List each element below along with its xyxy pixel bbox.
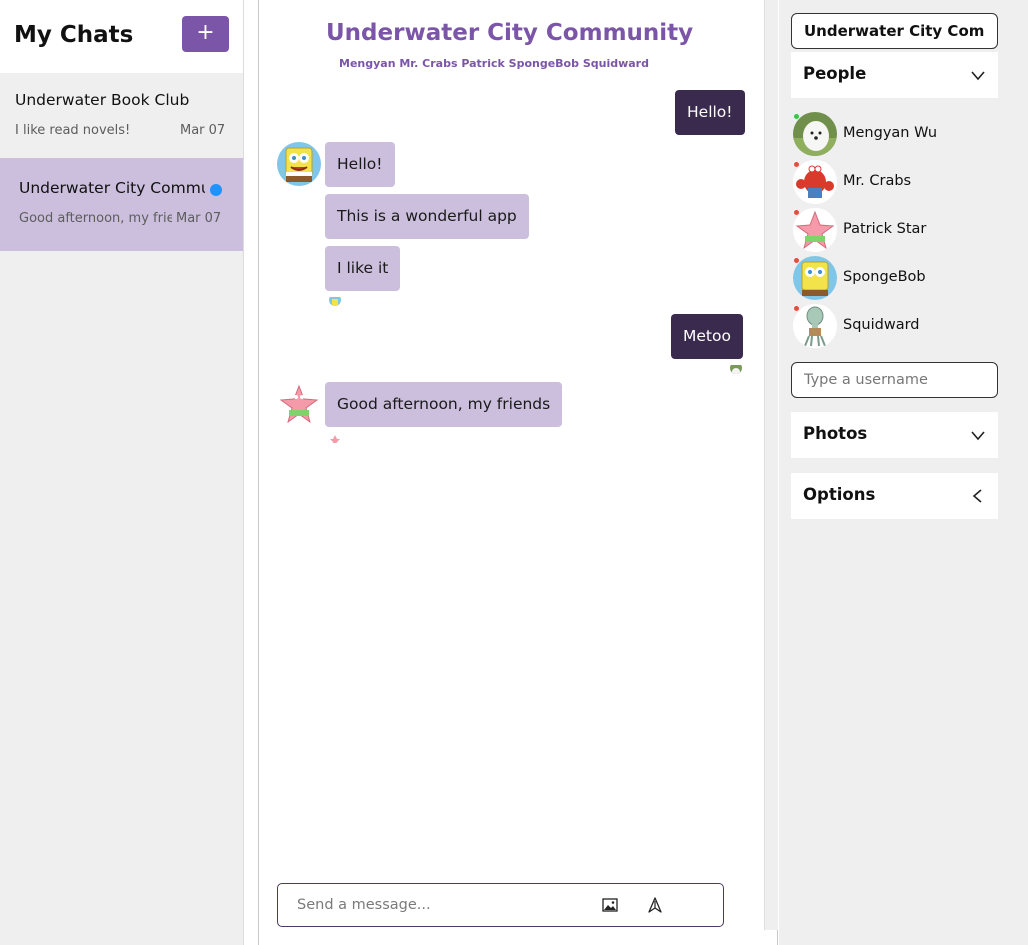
chat-list-panel: My Chats + Underwater Book Club I like r… (0, 0, 244, 945)
their-message-bubble: I like it (325, 246, 401, 291)
person-row[interactable]: Mr. Crabs (791, 160, 998, 206)
person-avatar (793, 304, 837, 348)
my-message-bubble: Metoo (671, 314, 743, 359)
spongebob-avatar (277, 142, 321, 186)
people-section-label: People (803, 64, 867, 83)
chat-title-input[interactable] (791, 13, 998, 49)
chat-card-selected[interactable]: Underwater City Community Good afternoon… (0, 158, 243, 251)
chevron-down-icon (971, 71, 985, 81)
offline-status-dot (794, 210, 799, 215)
chat-card-preview: Good afternoon, my friends (19, 211, 172, 226)
offline-status-dot (794, 162, 799, 167)
person-avatar (793, 256, 837, 300)
chat-card-date: Mar 07 (180, 123, 226, 138)
photos-section-label: Photos (803, 424, 868, 443)
person-name: Squidward (843, 317, 920, 333)
message-composer (277, 883, 724, 927)
chevron-left-icon (972, 489, 982, 503)
person-row[interactable]: Squidward (791, 304, 998, 350)
person-name: Mengyan Wu (843, 125, 938, 141)
photos-section-toggle[interactable]: Photos (791, 412, 998, 458)
person-name: SpongeBob (843, 269, 926, 285)
options-section-label: Options (803, 485, 876, 504)
chat-members-line: Mengyan Mr. Crabs Patrick SpongeBob Squi… (339, 57, 649, 70)
chat-card-date: Mar 07 (176, 211, 222, 226)
their-message-bubble: Hello! (325, 142, 395, 187)
person-row[interactable]: Mengyan Wu (791, 112, 998, 158)
person-avatar (793, 208, 837, 252)
person-avatar (793, 160, 837, 204)
their-message-bubble: Good afternoon, my friends (325, 382, 563, 427)
person-name: Patrick Star (843, 221, 927, 237)
offline-status-dot (794, 306, 799, 311)
chat-feed-scrollbar[interactable] (764, 0, 778, 930)
my-message-bubble: Hello! (675, 90, 745, 135)
chat-card-title: Underwater City Community (19, 179, 205, 197)
person-row[interactable]: Patrick Star (791, 208, 998, 254)
options-section-toggle[interactable]: Options (791, 473, 998, 519)
person-row[interactable]: SpongeBob (791, 256, 998, 302)
read-receipt-avatar (329, 431, 341, 443)
chat-list-title: My Chats (14, 22, 134, 48)
chat-list-header: My Chats + (0, 0, 243, 73)
add-username-input[interactable] (791, 362, 998, 398)
chat-card-title: Underwater Book Club (15, 91, 190, 109)
unread-indicator-dot (210, 184, 222, 196)
message-input[interactable] (279, 885, 589, 925)
send-icon[interactable] (648, 897, 662, 913)
chat-title: Underwater City Community (326, 20, 694, 46)
new-chat-button[interactable]: + (182, 16, 229, 52)
chat-card-preview: I like read novels! (15, 123, 131, 138)
person-avatar (793, 112, 837, 156)
offline-status-dot (794, 258, 799, 263)
patrick-avatar (277, 382, 321, 426)
people-section-toggle[interactable]: People (791, 52, 998, 98)
their-message-bubble: This is a wonderful app (325, 194, 529, 239)
read-receipt-avatar (730, 362, 742, 374)
chevron-down-icon (971, 431, 985, 441)
image-icon[interactable] (602, 898, 618, 912)
chat-card[interactable]: Underwater Book Club I like read novels!… (0, 74, 243, 164)
read-receipt-avatar (329, 294, 341, 306)
person-name: Mr. Crabs (843, 173, 912, 189)
online-status-dot (794, 114, 799, 119)
